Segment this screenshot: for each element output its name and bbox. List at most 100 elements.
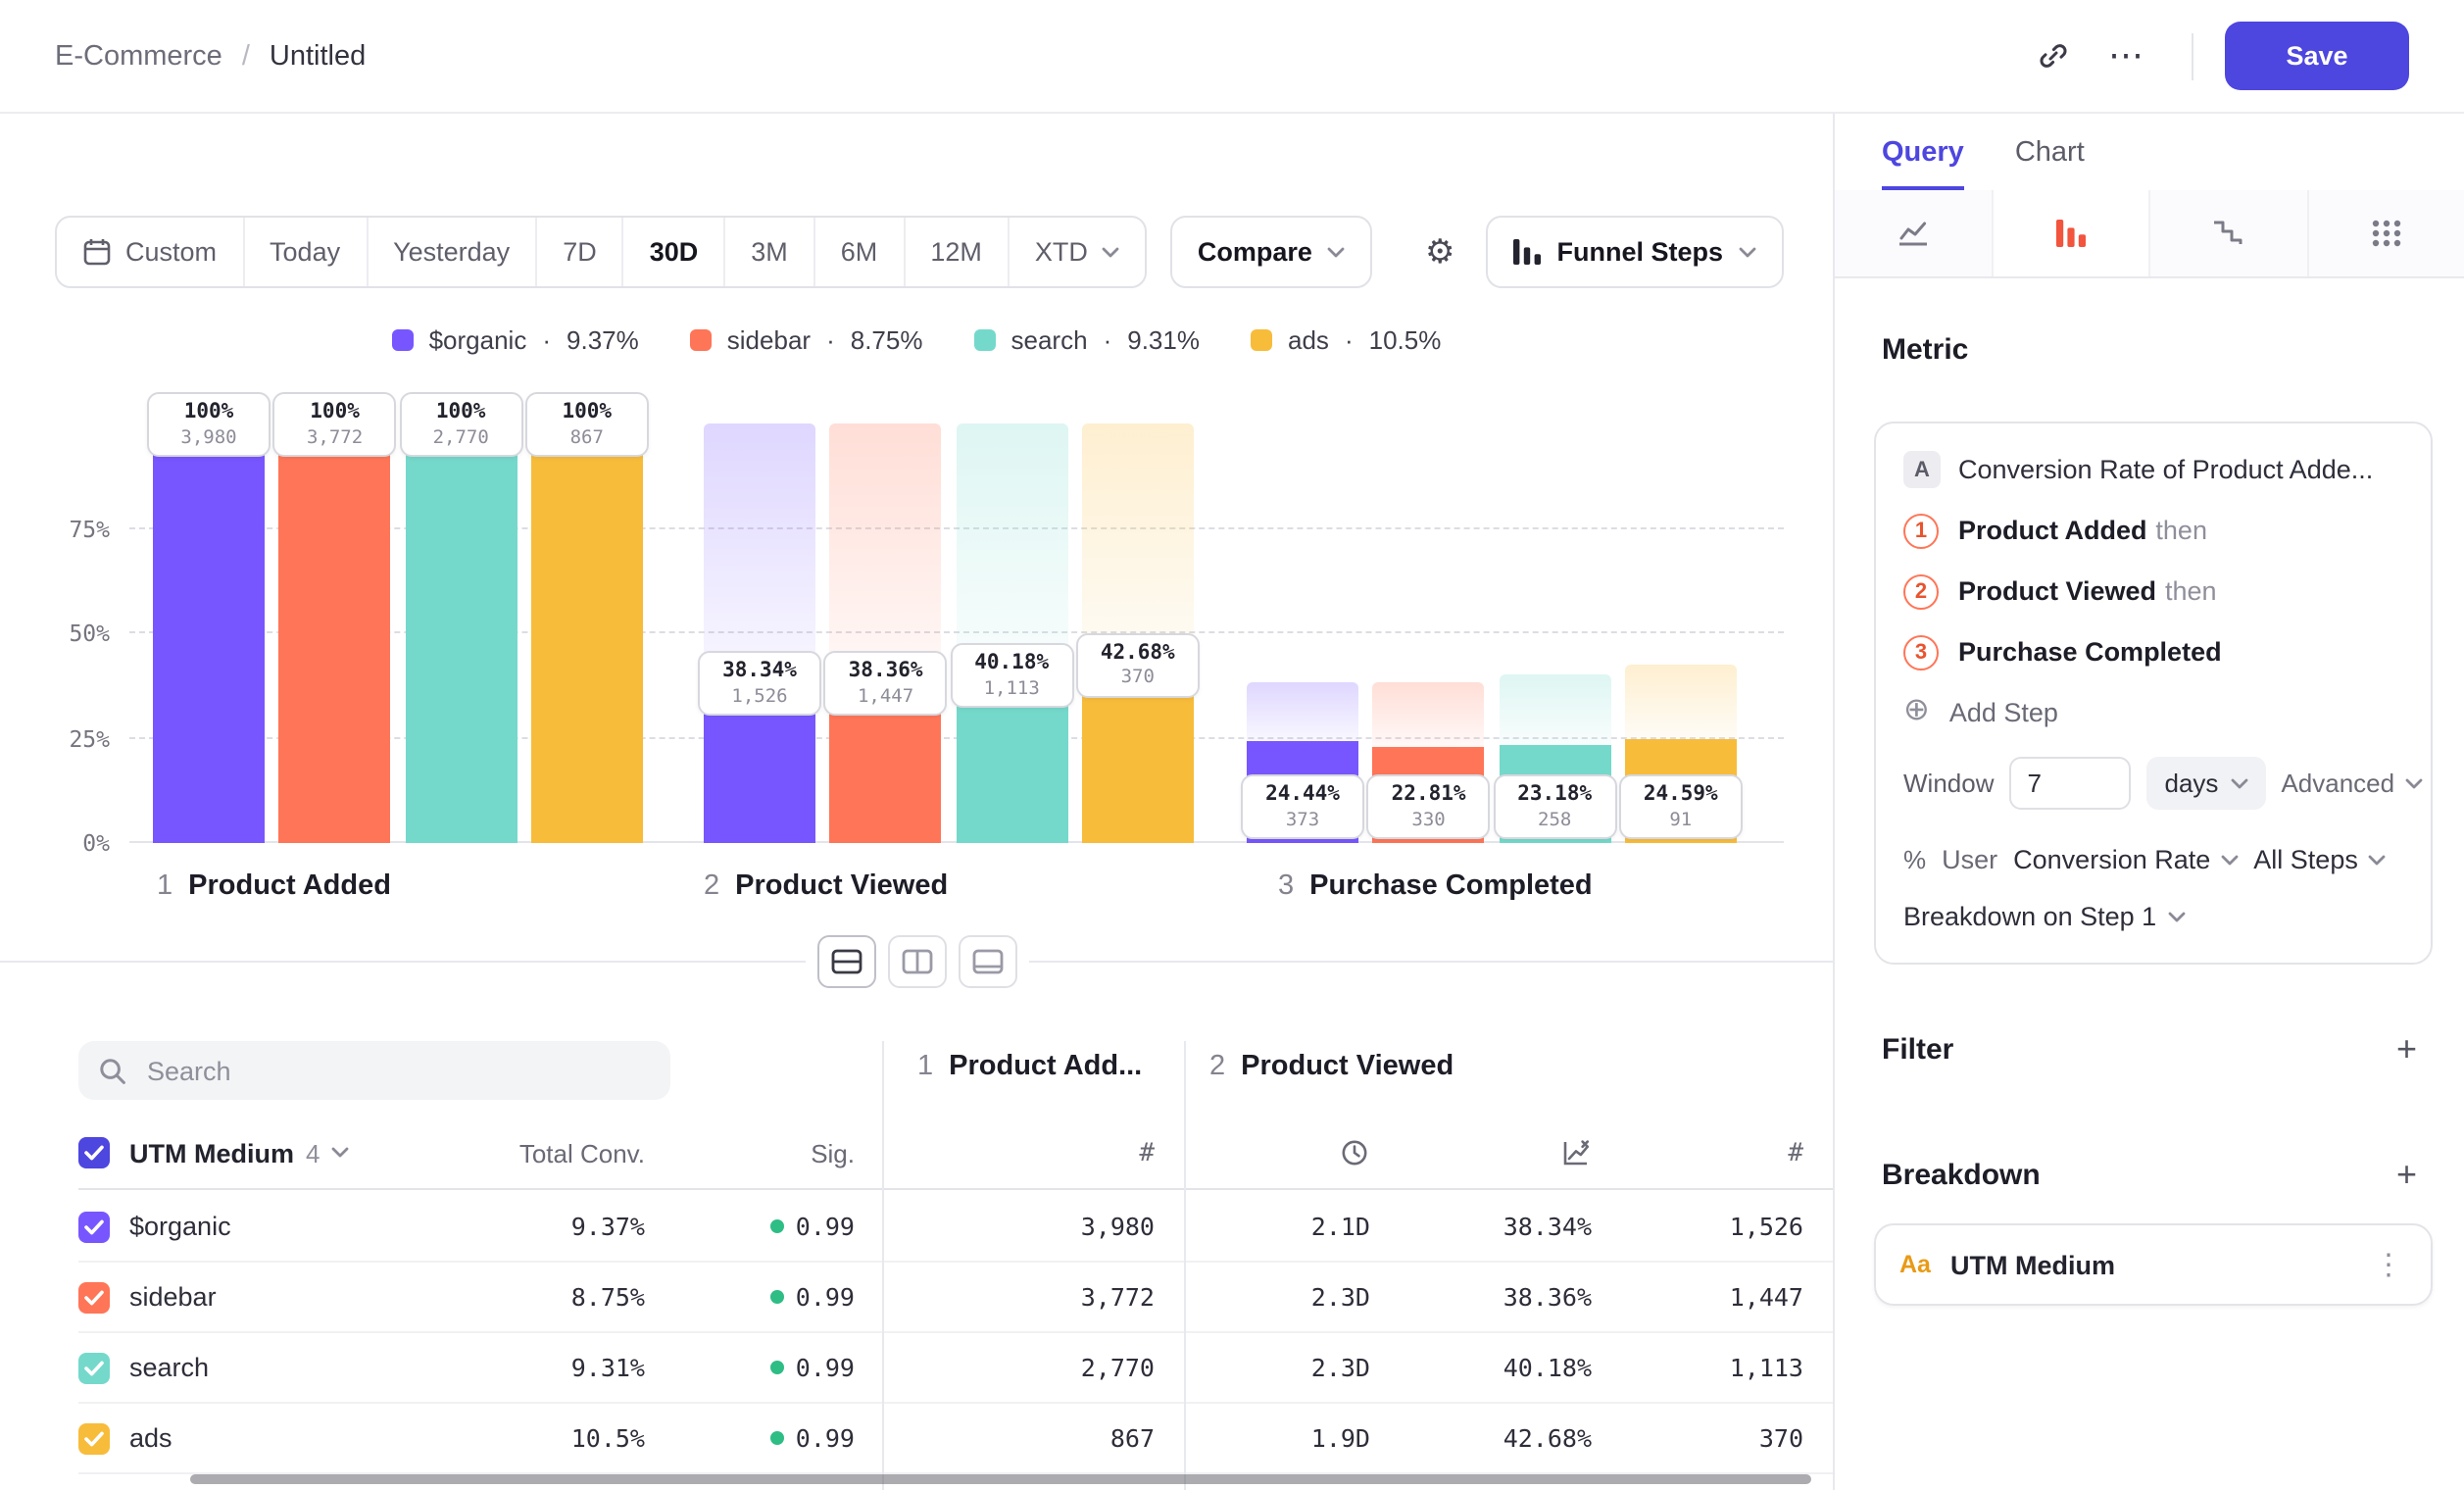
date-range-6m[interactable]: 6M	[813, 218, 904, 286]
tab-query[interactable]: Query	[1882, 137, 1964, 190]
layout-toggle-group	[805, 935, 1028, 988]
sig-column-header[interactable]: Sig.	[645, 1138, 855, 1167]
compare-button[interactable]: Compare	[1170, 216, 1373, 288]
retention-report-tab[interactable]	[2148, 190, 2306, 276]
step2-conv-column-header[interactable]	[1370, 1137, 1592, 1168]
insights-report-tab[interactable]	[1835, 190, 1991, 276]
table-step1-header[interactable]: 1Product Add...	[917, 1051, 1142, 1082]
more-menu-button[interactable]: ⋯	[2094, 23, 2160, 89]
legend-separator: ·	[826, 325, 835, 355]
breadcrumb-project[interactable]: E-Commerce	[55, 40, 222, 72]
funnel-bar[interactable]: 100%3,772	[279, 388, 391, 843]
row-step1-count: 3,772	[882, 1282, 1155, 1312]
funnel-bar[interactable]: 40.18%1,113	[956, 388, 1067, 843]
step2-count-column-header[interactable]: #	[1592, 1138, 1803, 1167]
row-name: ads	[129, 1423, 443, 1453]
add-step-button[interactable]: ⊕ Add Step	[1903, 696, 2403, 727]
bar-count: 867	[527, 426, 647, 451]
total-conv-column-header[interactable]: Total Conv.	[443, 1138, 645, 1167]
bar-count: 370	[1078, 668, 1198, 692]
funnel-bar[interactable]: 42.68%370	[1082, 388, 1194, 843]
save-button[interactable]: Save	[2225, 22, 2409, 90]
legend-item[interactable]: ads·10.5%	[1251, 325, 1441, 355]
metric-step-row[interactable]: 1Product Added then	[1903, 514, 2403, 549]
step-name: Product Viewed	[1241, 1051, 1454, 1082]
table-row[interactable]: ads10.5%0.998671.9D42.68%370	[78, 1404, 1833, 1474]
step-number: 1	[157, 870, 172, 902]
breadcrumb-report-title[interactable]: Untitled	[270, 40, 366, 72]
row-total-conv: 10.5%	[443, 1423, 645, 1453]
step2-time-column-header[interactable]	[1184, 1137, 1370, 1168]
add-filter-button[interactable]: +	[2389, 1027, 2425, 1070]
metric-step-row[interactable]: 2Product Viewed then	[1903, 574, 2403, 610]
date-range-yesterday[interactable]: Yesterday	[366, 218, 535, 286]
row-checkbox[interactable]	[78, 1211, 110, 1242]
breakdown-item-card[interactable]: Aa UTM Medium ⋮	[1874, 1223, 2433, 1306]
chart-view-selector[interactable]: Funnel Steps	[1486, 216, 1784, 288]
segmentation-report-tab[interactable]	[2306, 190, 2464, 276]
funnel-bar[interactable]: 100%3,980	[153, 388, 265, 843]
date-range-custom[interactable]: Custom	[57, 218, 242, 286]
chevron-down-icon	[1328, 246, 1346, 258]
tab-chart[interactable]: Chart	[2015, 137, 2085, 190]
breakdown-on-step-dropdown[interactable]: Breakdown on Step 1	[1903, 902, 2403, 931]
search-input[interactable]	[143, 1054, 651, 1087]
advanced-dropdown[interactable]: Advanced	[2281, 769, 2422, 798]
legend-item[interactable]: search·9.31%	[974, 325, 1201, 355]
dots-grid-icon	[2370, 218, 2403, 249]
step1-count-column-header[interactable]: #	[882, 1138, 1155, 1167]
row-total-conv: 9.37%	[443, 1212, 645, 1241]
window-value-input[interactable]	[2010, 757, 2132, 810]
row-step2-conv: 38.36%	[1370, 1282, 1592, 1312]
date-range-xtd[interactable]: XTD	[1008, 218, 1145, 286]
add-breakdown-button[interactable]: +	[2389, 1153, 2425, 1196]
metric-title-row[interactable]: A Conversion Rate of Product Adde...	[1903, 451, 2403, 488]
select-all-checkbox[interactable]	[78, 1137, 110, 1168]
funnel-bar-value-label: 100%867	[525, 392, 649, 457]
measure-scope-dropdown[interactable]: All Steps	[2253, 845, 2386, 874]
legend-item[interactable]: sidebar·8.75%	[690, 325, 923, 355]
funnel-bar[interactable]: 38.36%1,447	[830, 388, 942, 843]
line-chart-icon	[1896, 218, 1931, 249]
date-range-7d[interactable]: 7D	[535, 218, 622, 286]
funnels-report-tab[interactable]	[1991, 190, 2148, 276]
breakdown-item-menu-button[interactable]: ⋮	[2370, 1247, 2407, 1282]
metric-step-row[interactable]: 3Purchase Completed	[1903, 635, 2403, 670]
date-range-label: 6M	[841, 237, 878, 267]
row-step1-count: 3,980	[882, 1212, 1155, 1241]
table-row[interactable]: search9.31%0.992,7702.3D40.18%1,113	[78, 1333, 1833, 1404]
layout-split-vertical-button[interactable]	[887, 935, 946, 988]
funnel-bar[interactable]: 23.18%258	[1499, 388, 1610, 843]
window-label: Window	[1903, 769, 1995, 798]
layout-split-horizontal-button[interactable]	[816, 935, 875, 988]
funnel-bar[interactable]: 22.81%330	[1373, 388, 1485, 843]
table-step2-header[interactable]: 2Product Viewed	[1209, 1051, 1454, 1082]
funnel-bar[interactable]: 24.59%91	[1625, 388, 1737, 843]
table-row[interactable]: $organic9.37%0.993,9802.1D38.34%1,526	[78, 1192, 1833, 1263]
table-row[interactable]: sidebar8.75%0.993,7722.3D38.36%1,447	[78, 1263, 1833, 1333]
row-checkbox[interactable]	[78, 1352, 110, 1383]
row-checkbox[interactable]	[78, 1281, 110, 1313]
funnel-bar[interactable]: 24.44%373	[1247, 388, 1358, 843]
funnel-bar[interactable]: 100%2,770	[405, 388, 517, 843]
funnel-bar-remainder	[1499, 674, 1610, 746]
horizontal-scrollbar[interactable]	[190, 1474, 1811, 1484]
row-checkbox[interactable]	[78, 1422, 110, 1454]
funnel-bar-remainder	[1373, 682, 1485, 748]
window-unit-select[interactable]: days	[2147, 757, 2266, 810]
funnel-bar[interactable]: 38.34%1,526	[704, 388, 815, 843]
row-step2-count: 370	[1592, 1423, 1803, 1453]
funnel-bar[interactable]: 100%867	[531, 388, 643, 843]
measure-type-dropdown[interactable]: Conversion Rate	[2013, 845, 2238, 874]
layout-bottom-panel-button[interactable]	[958, 935, 1016, 988]
date-range-30d[interactable]: 30D	[622, 218, 724, 286]
date-range-today[interactable]: Today	[242, 218, 366, 286]
group-column-header[interactable]: UTM Medium 4	[129, 1138, 443, 1167]
date-range-12m[interactable]: 12M	[903, 218, 1008, 286]
settings-gear-button[interactable]: ⚙	[1413, 230, 1467, 273]
legend-item[interactable]: $organic·9.37%	[392, 325, 639, 355]
add-step-label: Add Step	[1949, 697, 2058, 726]
measure-entity-label[interactable]: User	[1942, 845, 1997, 874]
share-link-button[interactable]	[2019, 23, 2086, 89]
date-range-3m[interactable]: 3M	[723, 218, 813, 286]
